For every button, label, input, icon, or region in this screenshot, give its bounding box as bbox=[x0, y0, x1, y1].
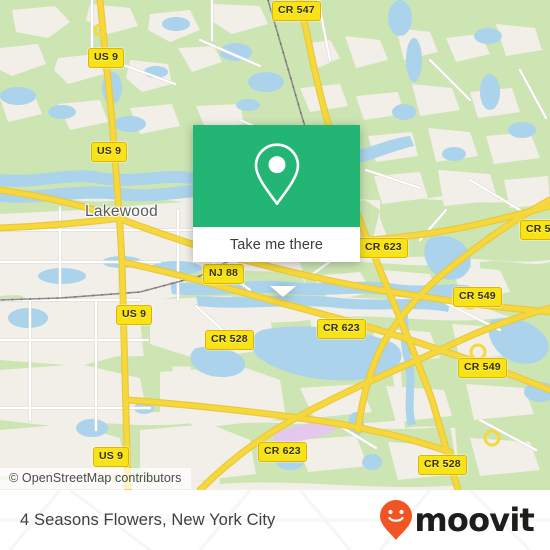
road-shield: CR 547 bbox=[272, 1, 321, 21]
moovit-smiley-pin-icon bbox=[380, 500, 413, 540]
road-shield: US 9 bbox=[88, 48, 125, 68]
road-shield: US 9 bbox=[93, 447, 130, 467]
road-shield: CR 623 bbox=[317, 319, 366, 339]
moovit-map-screenshot: CR 547 US 9 US 9 CR 623 CR 54 NJ 88 CR 549 US 9… bbox=[0, 0, 550, 550]
popup-image-placeholder bbox=[193, 125, 360, 227]
place-label-lakewood: Lakewood bbox=[85, 203, 159, 220]
moovit-logo[interactable]: moovit bbox=[379, 499, 535, 541]
popup-action-footer[interactable]: Take me there bbox=[193, 227, 360, 262]
road-shield: US 9 bbox=[116, 305, 153, 325]
location-pin-icon bbox=[254, 143, 299, 205]
road-shield: NJ 88 bbox=[203, 264, 245, 284]
road-shield: CR 549 bbox=[453, 287, 502, 307]
map-canvas[interactable]: CR 547 US 9 US 9 CR 623 CR 54 NJ 88 CR 549 US 9… bbox=[0, 0, 550, 490]
road-shield: US 9 bbox=[91, 142, 128, 162]
moovit-wordmark: moovit bbox=[414, 501, 534, 539]
road-shield: CR 528 bbox=[205, 330, 254, 350]
osm-attribution[interactable]: © OpenStreetMap contributors bbox=[0, 468, 191, 489]
page-title: 4 Seasons Flowers, New York City bbox=[20, 510, 276, 529]
road-shield: CR 54 bbox=[520, 220, 550, 240]
road-shield: CR 549 bbox=[458, 358, 507, 378]
take-me-there-label: Take me there bbox=[229, 236, 324, 253]
popup-pointer-tail bbox=[270, 286, 296, 297]
map-popup-card[interactable]: Take me there bbox=[193, 125, 360, 297]
bottom-info-bar: 4 Seasons Flowers, New York City moovit bbox=[0, 490, 550, 550]
road-shield: CR 528 bbox=[418, 455, 467, 475]
road-shield: CR 623 bbox=[359, 238, 408, 258]
road-shield: CR 623 bbox=[258, 442, 307, 462]
